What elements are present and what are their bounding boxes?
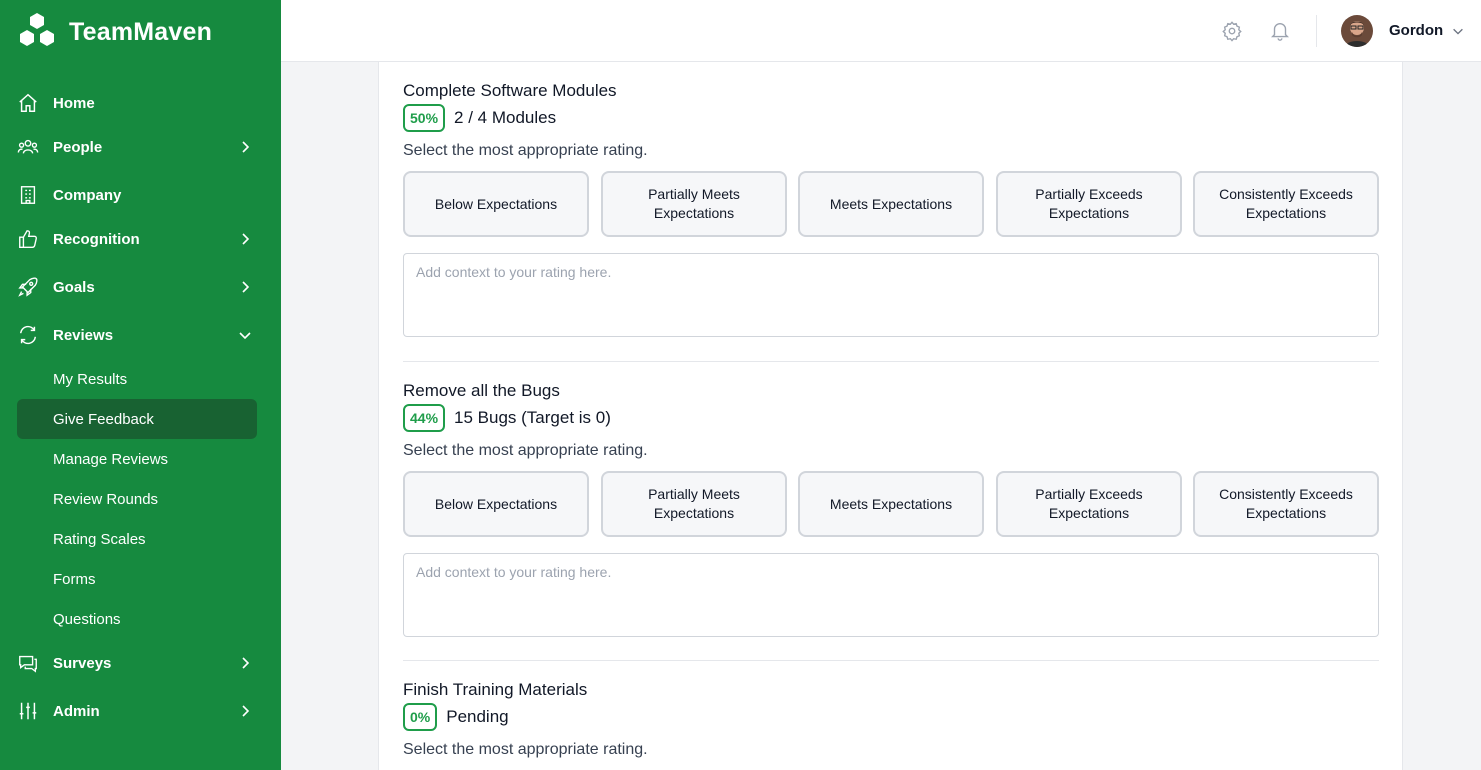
progress-text: Pending <box>446 707 509 726</box>
nav-recognition-label: Recognition <box>53 230 140 248</box>
nav-my-results[interactable]: My Results <box>17 359 257 399</box>
rating-consistently-exceeds[interactable]: Consistently Exceeds Expectations <box>1193 471 1379 537</box>
nav-company-label: Company <box>53 186 122 204</box>
nav-recognition[interactable]: Recognition <box>17 219 257 259</box>
goal-section: Complete Software Modules 50% 2 / 4 Modu… <box>403 81 1379 341</box>
header-divider <box>1316 15 1317 47</box>
chevron-right-icon <box>242 233 250 245</box>
section-divider <box>403 361 1379 362</box>
home-icon <box>17 92 39 114</box>
rating-consistently-exceeds[interactable]: Consistently Exceeds Expectations <box>1193 171 1379 237</box>
rating-meets-expectations[interactable]: Meets Expectations <box>798 171 984 237</box>
people-icon <box>17 136 39 158</box>
progress-row: 0% Pending <box>403 703 509 731</box>
goal-section: Finish Training Materials 0% Pending Sel… <box>403 680 1379 770</box>
rating-prompt: Select the most appropriate rating. <box>403 142 648 159</box>
chevron-right-icon <box>242 141 250 153</box>
rating-prompt: Select the most appropriate rating. <box>403 741 648 758</box>
chevron-right-icon <box>242 281 250 293</box>
user-avatar-icon <box>1341 15 1373 47</box>
chat-icon <box>17 652 39 674</box>
progress-text: 2 / 4 Modules <box>454 108 557 127</box>
top-header: Gordon <box>281 0 1481 62</box>
rating-partially-meets[interactable]: Partially Meets Expectations <box>601 171 787 237</box>
nav-reviews[interactable]: Reviews <box>17 315 257 355</box>
sidebar: TeamMaven Home People Company Recognitio… <box>0 0 281 770</box>
nav-review-rounds[interactable]: Review Rounds <box>17 479 257 519</box>
nav-admin[interactable]: Admin <box>17 691 257 731</box>
nav-questions[interactable]: Questions <box>17 599 257 639</box>
nav-home[interactable]: Home <box>17 83 257 123</box>
chevron-down-icon <box>239 332 251 340</box>
progress-row: 44% 15 Bugs (Target is 0) <box>403 404 611 432</box>
avatar[interactable] <box>1341 15 1373 47</box>
nav-surveys[interactable]: Surveys <box>17 643 257 683</box>
nav-rating-scales[interactable]: Rating Scales <box>17 519 257 559</box>
rating-meets-expectations[interactable]: Meets Expectations <box>798 471 984 537</box>
rating-context-input[interactable] <box>403 253 1379 337</box>
rating-partially-exceeds[interactable]: Partially Exceeds Expectations <box>996 171 1182 237</box>
user-name[interactable]: Gordon <box>1389 22 1443 39</box>
chevron-down-icon[interactable] <box>1451 24 1465 38</box>
nav-manage-reviews[interactable]: Manage Reviews <box>17 439 257 479</box>
teammaven-logo-icon <box>20 13 54 46</box>
nav-people-label: People <box>53 138 103 156</box>
rating-partially-meets[interactable]: Partially Meets Expectations <box>601 471 787 537</box>
goal-title: Finish Training Materials <box>403 680 588 699</box>
percent-badge: 50% <box>403 104 446 132</box>
section-divider <box>403 660 1379 661</box>
goal-title: Remove all the Bugs <box>403 381 560 400</box>
sliders-icon <box>17 700 39 722</box>
percent-badge: 0% <box>403 703 438 731</box>
rocket-icon <box>17 276 39 298</box>
nav-company[interactable]: Company <box>17 175 257 215</box>
goal-title: Complete Software Modules <box>403 81 617 100</box>
feedback-card: Complete Software Modules 50% 2 / 4 Modu… <box>378 62 1403 770</box>
rating-options: Below Expectations Partially Meets Expec… <box>403 171 1379 237</box>
rating-context-input[interactable] <box>403 553 1379 637</box>
refresh-icon <box>17 324 39 346</box>
thumbs-up-icon <box>17 228 39 250</box>
brand-name: TeamMaven <box>69 17 213 46</box>
progress-row: 50% 2 / 4 Modules <box>403 104 556 132</box>
nav-surveys-label: Surveys <box>53 654 112 672</box>
gear-icon[interactable] <box>1221 20 1243 42</box>
rating-partially-exceeds[interactable]: Partially Exceeds Expectations <box>996 471 1182 537</box>
nav-admin-label: Admin <box>53 702 100 720</box>
brand[interactable]: TeamMaven <box>17 12 212 52</box>
rating-below-expectations[interactable]: Below Expectations <box>403 171 589 237</box>
rating-prompt: Select the most appropriate rating. <box>403 442 648 459</box>
percent-badge: 44% <box>403 404 446 432</box>
bell-icon[interactable] <box>1269 20 1291 42</box>
rating-below-expectations[interactable]: Below Expectations <box>403 471 589 537</box>
chevron-right-icon <box>242 705 250 717</box>
nav-home-label: Home <box>53 94 95 112</box>
nav-people[interactable]: People <box>17 127 257 167</box>
nav-goals-label: Goals <box>53 278 95 296</box>
chevron-right-icon <box>242 657 250 669</box>
nav-goals[interactable]: Goals <box>17 267 257 307</box>
rating-options: Below Expectations Partially Meets Expec… <box>403 471 1379 537</box>
progress-text: 15 Bugs (Target is 0) <box>454 408 611 427</box>
nav-forms[interactable]: Forms <box>17 559 257 599</box>
goal-section: Remove all the Bugs 44% 15 Bugs (Target … <box>403 381 1379 641</box>
building-icon <box>17 184 39 206</box>
nav-reviews-label: Reviews <box>53 326 114 344</box>
nav-give-feedback[interactable]: Give Feedback <box>17 399 257 439</box>
